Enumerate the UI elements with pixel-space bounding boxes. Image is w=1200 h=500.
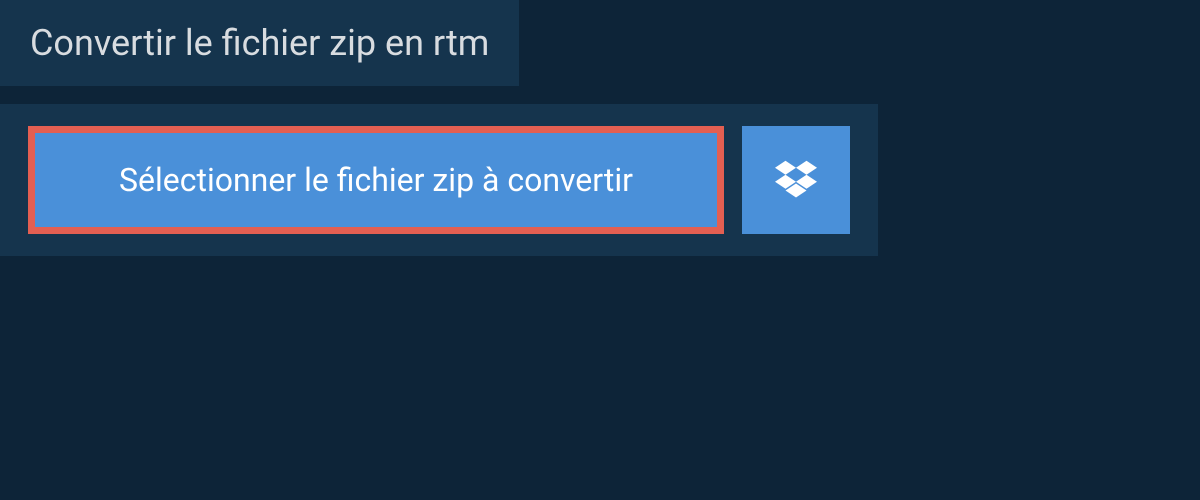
select-file-button[interactable]: Sélectionner le fichier zip à convertir — [28, 126, 724, 234]
dropbox-icon — [775, 160, 817, 200]
upload-panel: Sélectionner le fichier zip à convertir — [0, 104, 878, 256]
page-title: Convertir le fichier zip en rtm — [30, 22, 489, 64]
header-tab: Convertir le fichier zip en rtm — [0, 0, 519, 86]
dropbox-button[interactable] — [742, 126, 850, 234]
